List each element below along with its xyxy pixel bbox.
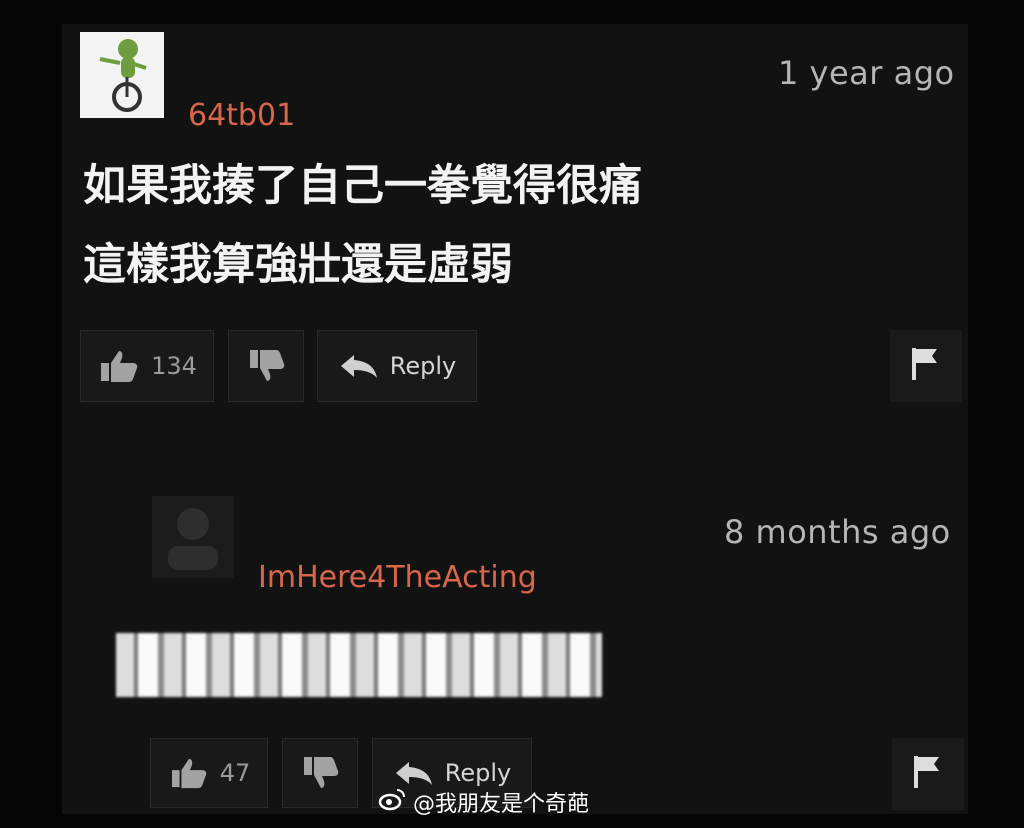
- like-count: 47: [219, 759, 251, 787]
- reply-button[interactable]: Reply: [317, 330, 477, 402]
- reply-label: Reply: [389, 352, 457, 380]
- reply-arrow-icon: [338, 352, 380, 380]
- comment-line-1: 如果我揍了自己一拳覺得很痛: [83, 161, 642, 211]
- comment-line-2: 這樣我算強壯還是虛弱: [83, 240, 513, 290]
- timestamp: 1 year ago: [778, 54, 955, 92]
- dislike-button[interactable]: [282, 738, 358, 808]
- like-button[interactable]: 47: [150, 738, 268, 808]
- thumbs-down-icon: [246, 347, 286, 385]
- thumbs-down-icon: [300, 754, 340, 792]
- avatar-default: [152, 496, 234, 578]
- flag-icon: [911, 752, 945, 796]
- username-link[interactable]: 64tb01: [188, 98, 295, 133]
- username-link[interactable]: ImHere4TheActing: [258, 560, 537, 595]
- flag-button[interactable]: [892, 738, 964, 810]
- watermark-text: @我朋友是个奇葩: [413, 792, 590, 817]
- flag-button[interactable]: [890, 330, 962, 402]
- flag-icon: [909, 344, 943, 388]
- timestamp: 8 months ago: [724, 513, 951, 551]
- like-button[interactable]: 134: [80, 330, 214, 402]
- censored-comment-text: [116, 633, 602, 697]
- like-count: 134: [151, 352, 197, 380]
- weibo-icon: [377, 787, 407, 817]
- reply-label: Reply: [444, 759, 512, 787]
- thumbs-up-icon: [168, 756, 210, 790]
- thumbs-up-icon: [97, 348, 141, 384]
- watermark: @我朋友是个奇葩: [377, 786, 589, 818]
- dislike-button[interactable]: [228, 330, 304, 402]
- avatar-frog: [80, 32, 164, 118]
- reply-arrow-icon: [393, 759, 435, 787]
